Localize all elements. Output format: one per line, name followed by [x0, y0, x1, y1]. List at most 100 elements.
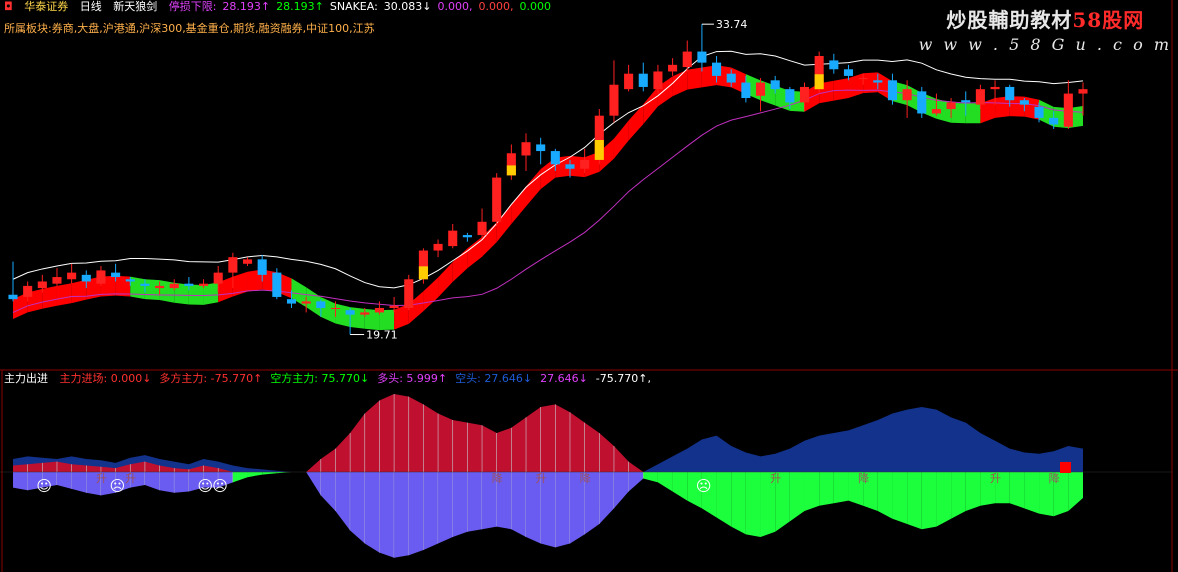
osc-neg-segment	[438, 472, 453, 544]
candle-up	[23, 285, 33, 297]
upper-panel	[0, 0, 1178, 370]
candle-up	[1063, 93, 1073, 127]
candle-down	[272, 272, 282, 297]
trend-band-segment	[188, 284, 204, 305]
indicator-values: 停损下限: 28.193↑ 28.193↑ SNAKEA: 30.083↓ 0.000, 0…	[169, 0, 557, 13]
candle-down	[140, 283, 150, 286]
candle-down	[345, 310, 355, 315]
candle-up	[931, 109, 941, 114]
osc-neg-segment	[936, 472, 952, 527]
down-marker: 降	[858, 471, 869, 485]
trend-band-segment	[159, 280, 175, 303]
smile-icon: ☺	[36, 477, 52, 495]
candle-down	[741, 82, 751, 98]
candle-up	[990, 86, 1000, 90]
osc-neg-segment	[628, 472, 644, 492]
candle-up	[374, 308, 384, 313]
candle-down	[829, 60, 839, 70]
candle-up	[155, 285, 165, 289]
candle-up	[902, 89, 912, 101]
candle-up	[242, 259, 253, 264]
osc-neg-segment	[833, 472, 849, 504]
candle-highlight	[594, 140, 604, 160]
lower-indicator-value: 27.646↓	[540, 372, 588, 385]
lower-indicator-name[interactable]: 主力出进	[4, 372, 48, 385]
watermark-text-b: 58股网	[1072, 8, 1145, 32]
candle-down	[550, 151, 560, 165]
candle-up	[169, 283, 179, 289]
trend-band-segment	[71, 279, 87, 304]
candle-up	[433, 243, 443, 251]
osc-neg-segment	[613, 472, 629, 509]
candle-up	[213, 272, 223, 284]
osc-neg-segment	[1009, 472, 1025, 509]
up-marker: 升	[536, 472, 547, 485]
osc-neg-segment	[951, 472, 966, 519]
osc-neg-segment	[306, 472, 321, 496]
candle-up	[492, 177, 502, 222]
candle-up	[799, 86, 810, 103]
osc-neg-segment	[599, 472, 614, 524]
candle-up	[360, 312, 370, 315]
up-marker: 升	[990, 472, 1001, 485]
lower-header: 主力出进 主力进场: 0.000↓ 多方主力: -75.770↑ 空方主力: 75.…	[4, 372, 659, 386]
candle-up	[975, 89, 985, 105]
candle-down	[917, 91, 927, 114]
trend-band-segment	[833, 78, 849, 101]
trend-band-segment	[687, 67, 702, 90]
up-marker: 升	[770, 472, 781, 485]
osc-neg-segment	[965, 472, 981, 511]
trend-band-segment	[144, 279, 160, 301]
osc-neg-segment	[643, 472, 658, 483]
watermark-text-a: 炒股輔助教材	[946, 8, 1073, 32]
lower-indicator-value: 多方主力: -75.770↑	[159, 372, 263, 385]
osc-neg-segment	[159, 472, 175, 493]
candle-up	[228, 257, 238, 273]
osc-neg-segment	[892, 472, 908, 524]
osc-neg-segment	[232, 472, 248, 483]
osc-neg-segment	[511, 472, 527, 537]
indicator-value: 0.000,	[437, 0, 473, 13]
osc-neg-segment	[745, 472, 761, 537]
candle-up	[521, 142, 531, 156]
osc-neg-segment	[144, 472, 160, 491]
candle-down	[770, 80, 780, 90]
candle-down	[638, 73, 648, 87]
osc-neg-segment	[1024, 472, 1040, 514]
lower-indicator-value: 多头: 5.999↑	[377, 372, 448, 385]
osc-neg-segment	[56, 472, 72, 489]
candle-up	[668, 64, 678, 72]
watermark-url: w w w . 5 8 G u . c o m	[918, 35, 1172, 54]
period-label[interactable]: 日线	[80, 0, 102, 13]
osc-neg-segment	[423, 472, 439, 550]
candle-down	[184, 283, 194, 286]
osc-neg-segment	[716, 472, 732, 527]
candle-down	[462, 235, 472, 238]
candle-down	[785, 89, 795, 103]
smile-icon: ☺	[198, 477, 214, 495]
osc-neg-segment	[731, 472, 746, 535]
candle-up	[682, 51, 692, 68]
formula-name[interactable]: 新天狼剑	[113, 0, 157, 13]
candle-down	[125, 279, 135, 282]
indicator-value: 停损下限:	[168, 0, 217, 13]
down-marker: 降	[580, 471, 591, 485]
osc-neg-segment	[657, 472, 673, 492]
candle-down	[111, 272, 121, 278]
candle-down	[961, 100, 971, 103]
osc-neg-segment	[350, 472, 365, 544]
indicator-value: 30.083↓	[383, 0, 432, 13]
trend-band-segment	[115, 275, 131, 297]
osc-neg-segment	[907, 472, 922, 530]
candle-down	[1049, 117, 1059, 125]
indicator-value: 0.000	[519, 0, 552, 13]
signal-square	[1060, 462, 1071, 473]
candle-up	[67, 272, 77, 280]
broker-name: 华泰证券	[24, 0, 69, 13]
osc-neg-segment	[555, 472, 570, 548]
candle-up	[301, 301, 311, 304]
candle-up	[199, 283, 209, 286]
lower-indicator-value: 空头: 27.646↓	[455, 372, 533, 385]
indicator-value: SNAKEA:	[329, 0, 378, 13]
candle-down	[1005, 86, 1015, 101]
